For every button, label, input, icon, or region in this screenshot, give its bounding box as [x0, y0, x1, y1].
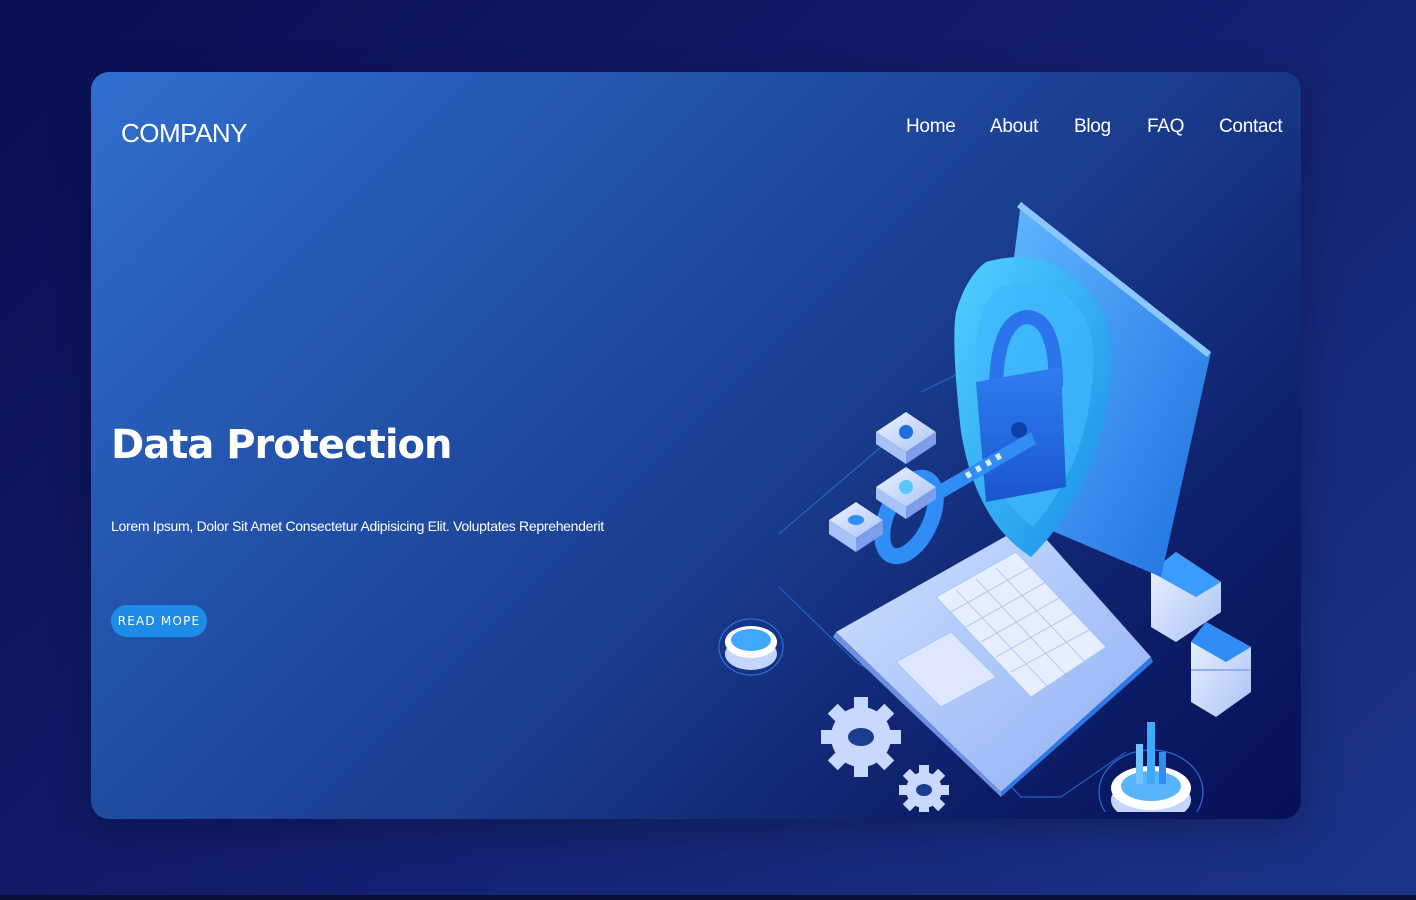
read-more-button[interactable]: READ MOPE [111, 605, 207, 637]
node-icon [718, 618, 784, 676]
main-nav: Home About Blog FAQ Contact [91, 116, 1301, 146]
server-icon [1151, 552, 1251, 717]
hero-title: Data Protection [111, 422, 453, 468]
hero-description: Lorem Ipsum, Dolor Sit Amet Consectetur … [111, 518, 604, 534]
nav-about[interactable]: About [990, 116, 1038, 138]
nav-faq[interactable]: FAQ [1147, 116, 1184, 138]
nav-home[interactable]: Home [906, 116, 956, 138]
bottom-strip [0, 895, 1416, 900]
nav-contact[interactable]: Contact [1219, 116, 1283, 138]
nav-blog[interactable]: Blog [1074, 116, 1111, 138]
chart-icon [1098, 722, 1204, 812]
security-illustration [718, 202, 1251, 812]
hero-card: COMPANY Home About Blog FAQ Contact Data… [91, 72, 1301, 819]
